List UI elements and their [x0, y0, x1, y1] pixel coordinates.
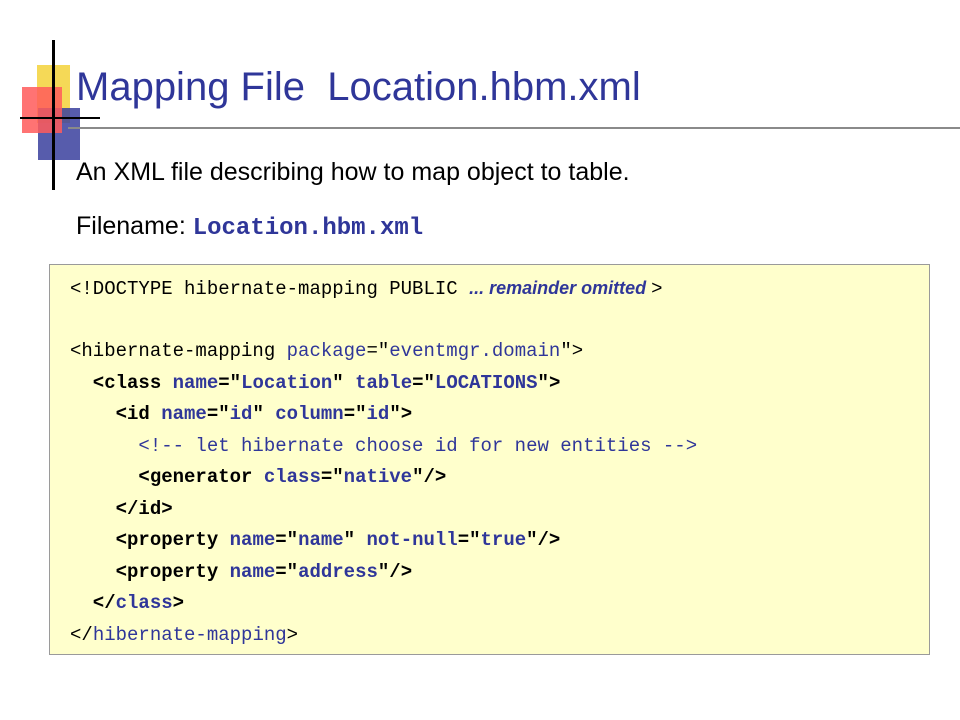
code-token: > — [286, 623, 299, 646]
code-token: <id — [70, 403, 162, 425]
code-token: name — [229, 529, 276, 551]
code-line: <id name="id" column="id"> — [70, 399, 413, 429]
code-token: =" — [320, 466, 344, 488]
code-line: <!-- let hibernate choose id for new ent… — [70, 431, 697, 461]
code-token: package — [286, 340, 367, 362]
code-token: "> — [560, 340, 584, 362]
code-token: " — [252, 403, 276, 425]
code-token: =" — [275, 560, 299, 583]
code-token: <hibernate-mapping — [70, 340, 287, 362]
code-token: not-null — [366, 529, 458, 551]
code-line: </class> — [70, 588, 184, 618]
code-token: =" — [412, 371, 435, 394]
code-token: class — [104, 371, 173, 394]
code-token: <!-- let hibernate choose id for new ent… — [70, 434, 698, 457]
bullet-description: An XML file describing how to map object… — [76, 158, 630, 186]
code-token: class — [115, 592, 173, 614]
code-token: name — [298, 529, 344, 551]
code-token: <property — [70, 529, 230, 551]
title-divider — [68, 127, 960, 129]
code-token: id — [229, 403, 253, 425]
code-token: eventmgr.domain — [389, 340, 561, 362]
code-token: class — [263, 466, 321, 488]
filename-value: Location.hbm.xml — [192, 215, 424, 242]
code-token: name — [161, 403, 207, 425]
code-token: column — [275, 403, 344, 425]
code-token: "/> — [377, 560, 413, 583]
code-line: <hibernate-mapping package="eventmgr.dom… — [70, 336, 583, 366]
filename-label: Filename: — [76, 212, 193, 240]
code-line: <class name="Location" table="LOCATIONS"… — [70, 368, 561, 398]
code-token: =" — [218, 371, 242, 394]
code-token: ... remainder omitted — [469, 278, 652, 298]
code-token: =" — [457, 529, 481, 551]
code-token: </ — [70, 623, 93, 646]
code-token: "> — [537, 371, 561, 394]
code-token: </id> — [70, 497, 173, 520]
code-line: </hibernate-mapping> — [70, 620, 298, 650]
code-token: "/> — [526, 529, 561, 551]
code-token: </ — [70, 592, 116, 614]
code-line: <property name="address"/> — [70, 557, 413, 587]
code-line: <!DOCTYPE hibernate-mapping PUBLIC ... r… — [70, 273, 663, 303]
code-token: name — [172, 371, 219, 394]
code-token: name — [229, 560, 276, 583]
code-line: <generator class="native"/> — [70, 462, 446, 492]
code-token: address — [298, 560, 378, 583]
code-line: <property name="name" not-null="true"/> — [70, 525, 561, 555]
code-token: true — [480, 529, 527, 551]
code-token: > — [651, 278, 663, 300]
code-token: > — [172, 592, 185, 614]
code-token: LOCATIONS — [434, 371, 538, 394]
slide-title: Mapping File Location.hbm.xml — [76, 65, 641, 109]
code-token: native — [343, 466, 413, 488]
code-token: " — [332, 371, 356, 394]
bullet-filename: Filename: Location.hbm.xml — [76, 210, 423, 245]
code-token: <!DOCTYPE hibernate-mapping PUBLIC — [70, 278, 470, 300]
code-token: <generator — [70, 466, 264, 488]
code-token: =" — [366, 340, 390, 362]
code-token: table — [355, 371, 413, 394]
code-token: =" — [206, 403, 230, 425]
code-token: "> — [389, 403, 413, 425]
code-token: <property — [70, 560, 230, 583]
code-line: </id> — [70, 494, 173, 524]
code-token: Location — [241, 371, 333, 394]
code-token: "/> — [412, 466, 447, 488]
code-token: =" — [343, 403, 367, 425]
code-token: " — [343, 529, 367, 551]
code-token: id — [366, 403, 390, 425]
code-token: hibernate-mapping — [92, 623, 287, 646]
code-block: <!DOCTYPE hibernate-mapping PUBLIC ... r… — [49, 264, 930, 655]
code-token: < — [70, 371, 105, 394]
code-token: =" — [275, 529, 299, 551]
